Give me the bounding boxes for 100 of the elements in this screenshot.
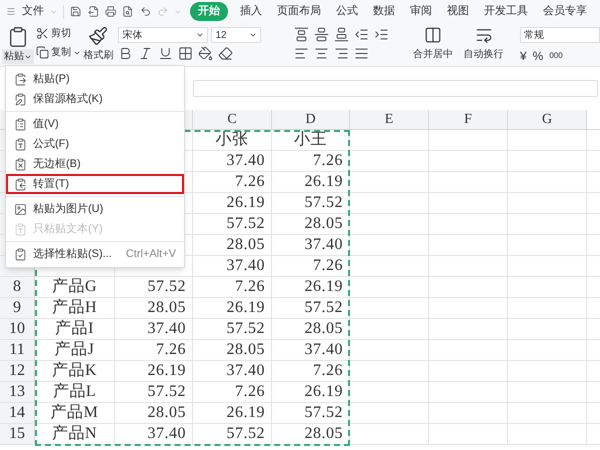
number-format-select[interactable]: 常规 (520, 27, 600, 43)
clipboard-formula-icon (14, 138, 27, 150)
copy-button[interactable]: 复制 (36, 45, 82, 60)
print-icon[interactable] (104, 4, 116, 19)
table-cell: 产品M (50, 405, 98, 421)
table-cell: 57.52 (304, 195, 343, 211)
row-header[interactable]: 10 (0, 319, 35, 339)
table-cell: 26.19 (304, 174, 343, 190)
merge-cells-icon (424, 26, 442, 44)
align-left-icon[interactable] (294, 46, 310, 61)
wrap-text-button[interactable]: 自动换行 (461, 23, 506, 62)
row-header[interactable]: 12 (0, 361, 35, 381)
table-cell: 26.19 (148, 363, 186, 379)
menu-item[interactable]: 保留源格式(K) (6, 89, 184, 109)
indent-decrease-icon[interactable] (354, 27, 370, 42)
menu-item[interactable]: 粘贴(P) (6, 69, 184, 89)
table-cell: 小张 (216, 132, 248, 148)
underline-icon[interactable] (158, 46, 174, 61)
clipboard-list-icon (14, 118, 27, 130)
table-cell: 37.40 (148, 321, 186, 337)
table-cell: 37.40 (226, 258, 265, 274)
percent-button[interactable]: % (532, 47, 544, 65)
menu-item[interactable]: 无边框(B) (6, 154, 184, 174)
column-header[interactable]: F (429, 110, 508, 129)
table-cell: 产品K (52, 363, 98, 379)
menu-item[interactable]: 值(V) (6, 114, 184, 134)
ribbon-tab[interactable]: 视图 (440, 2, 476, 21)
table-cell: 28.05 (226, 342, 265, 358)
ribbon-tab[interactable]: 审阅 (403, 2, 440, 21)
column-header[interactable]: C (193, 110, 272, 129)
paste-icon (14, 72, 27, 86)
paste-button[interactable]: 粘贴 (2, 49, 34, 64)
menu-item[interactable]: 公式(F) (6, 134, 184, 154)
border-icon[interactable] (178, 46, 194, 61)
ribbon-tab[interactable]: 页面布局 (270, 2, 328, 21)
row-header[interactable]: 9 (0, 298, 35, 318)
ribbon-tab[interactable]: 开发工具 (477, 2, 536, 21)
align-bottom-icon[interactable] (334, 27, 350, 42)
column-header[interactable]: D (272, 110, 350, 129)
table-cell: 26.19 (304, 384, 343, 400)
table-cell: 57.52 (148, 384, 186, 400)
align-top-icon[interactable] (294, 27, 310, 42)
table-cell: 7.26 (235, 279, 265, 295)
caret-icon (249, 31, 258, 39)
column-header[interactable]: G (508, 110, 587, 129)
export-icon[interactable] (88, 4, 99, 19)
ribbon-tab[interactable]: 会员专享 (536, 2, 594, 21)
table-cell: 37.40 (226, 363, 265, 379)
table-cell: 26.19 (226, 300, 265, 316)
table-cell: 产品L (52, 384, 96, 400)
ribbon-tab[interactable]: 公式 (329, 2, 366, 21)
save-icon[interactable] (70, 4, 82, 19)
formula-field[interactable] (193, 80, 598, 97)
align-center-icon[interactable] (314, 46, 330, 61)
justify-icon[interactable] (354, 46, 370, 61)
column-header[interactable]: E (350, 110, 429, 129)
fill-icon[interactable] (198, 46, 214, 61)
table-cell: 产品G (52, 279, 98, 295)
file-menu[interactable]: 文件 (22, 3, 44, 20)
table-cell: 7.26 (313, 363, 343, 379)
menu-item[interactable]: 转置(T) (6, 174, 184, 194)
wrap-text-icon (474, 26, 493, 44)
row-header[interactable]: 14 (0, 403, 35, 423)
table-cell: 28.05 (304, 321, 343, 337)
table-cell: 57.52 (304, 300, 343, 316)
table-cell: 37.40 (226, 153, 265, 169)
table-cell: 小王 (294, 132, 327, 148)
image-icon (14, 202, 27, 216)
align-middle-icon[interactable] (314, 27, 330, 42)
eraser-icon[interactable] (218, 46, 234, 61)
preview-icon[interactable] (122, 4, 134, 19)
table-cell: 57.52 (226, 321, 265, 337)
thousands-button[interactable]: 000 (549, 50, 563, 62)
row-header[interactable]: 15 (0, 424, 35, 444)
indent-increase-icon[interactable] (374, 27, 390, 42)
table-cell: 26.19 (304, 279, 343, 295)
merge-button[interactable]: 合并居中 (410, 23, 456, 62)
currency-button[interactable]: ¥ (520, 47, 527, 65)
row-header[interactable]: 11 (0, 340, 35, 360)
menu-item[interactable]: 粘贴为图片(U) (6, 199, 184, 219)
cut-button[interactable]: 剪切 (36, 26, 82, 41)
table-cell: 57.52 (304, 405, 343, 421)
row-header[interactable]: 13 (0, 382, 35, 402)
table-cell: 57.52 (148, 279, 186, 295)
row-header[interactable]: 8 (0, 277, 35, 297)
font-select[interactable]: 宋体 (118, 27, 208, 43)
table-cell: 7.26 (156, 342, 186, 358)
align-right-icon[interactable] (334, 46, 350, 61)
italic-icon[interactable] (138, 46, 154, 61)
format-painter-button[interactable]: 格式刷 (82, 23, 114, 63)
clipboard-pen-icon (14, 92, 27, 106)
table-cell: 7.26 (313, 258, 343, 274)
table-cell: 产品J (54, 342, 94, 358)
ribbon-tab[interactable]: 数据 (366, 2, 402, 21)
clipboard-arrow-icon (14, 178, 27, 190)
menu-item[interactable]: 选择性粘贴(S)... Ctrl+Alt+V (6, 244, 184, 264)
font-size-select[interactable]: 12 (211, 27, 262, 43)
ribbon-tab[interactable]: 插入 (233, 2, 270, 21)
copy-icon (36, 46, 49, 59)
table-cell: 7.26 (313, 153, 343, 169)
